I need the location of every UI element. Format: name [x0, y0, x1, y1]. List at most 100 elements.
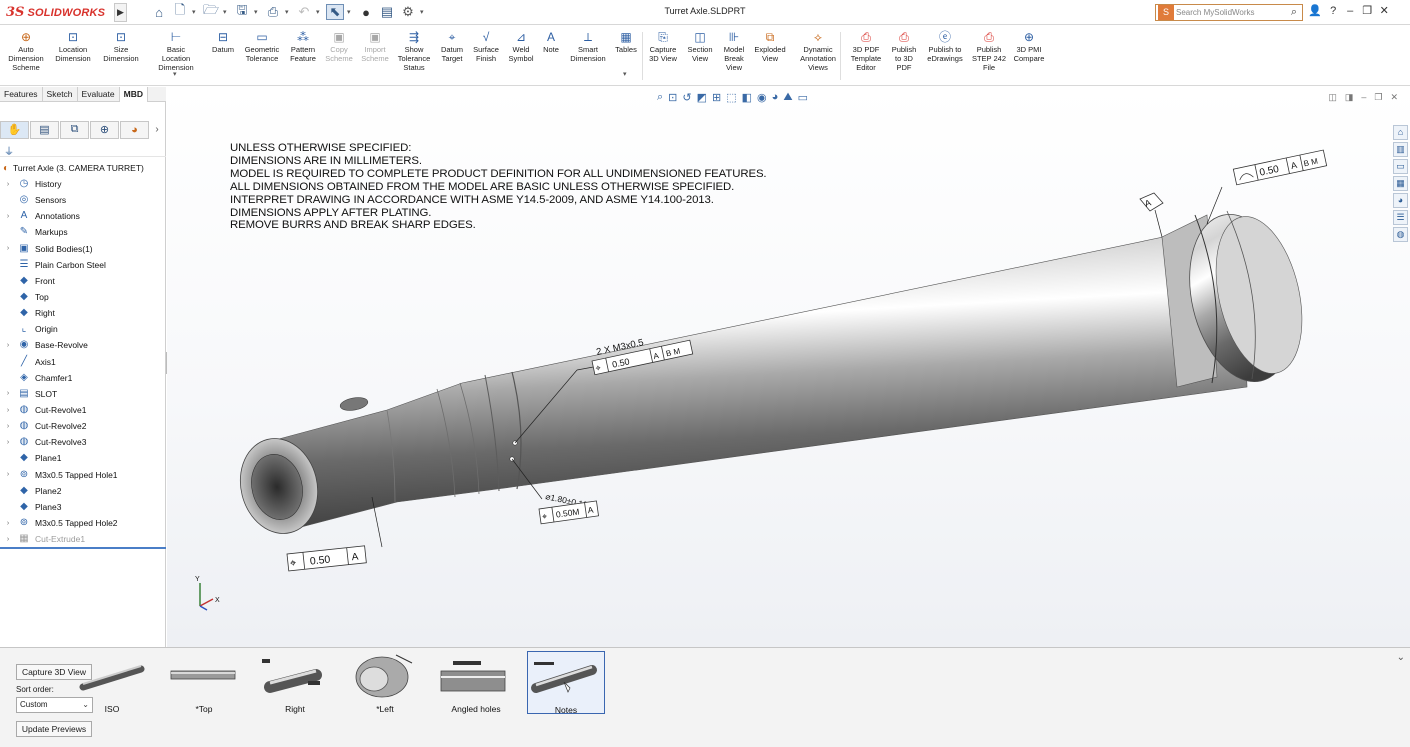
- search-box[interactable]: S Search MySolidWorks ⌕: [1155, 4, 1303, 21]
- tab-sketch[interactable]: Sketch: [43, 87, 78, 102]
- graphics-viewport[interactable]: ⌕ ⊡ ↺ ◩ ⊞ ⬚ ◧ ◉ ◕ ⛰ ▭ ◫ ◨ – ❐ ✕ ⌂ ▥ ▭ ▦ …: [167, 87, 1410, 647]
- user-icon[interactable]: 👤: [1308, 4, 1322, 17]
- tree-item-annotations[interactable]: › A Annotations: [0, 208, 166, 224]
- ribbon-button-size-dimension[interactable]: ⊡ Size Dimension: [97, 30, 145, 84]
- tree-item-m3x0-5-tapped-hole2[interactable]: › ⊚ M3x0.5 Tapped Hole2: [0, 515, 166, 531]
- minimize-button[interactable]: –: [1345, 5, 1356, 17]
- save-icon[interactable]: 🖫: [233, 2, 251, 20]
- restore-button[interactable]: ❐: [1362, 4, 1373, 17]
- chevron-right-icon[interactable]: ›: [150, 124, 164, 135]
- print-dropdown-caret-icon[interactable]: ▾: [285, 4, 292, 20]
- tree-item-cut-revolve1[interactable]: › ◍ Cut-Revolve1: [0, 402, 166, 418]
- tab-features[interactable]: Features: [0, 87, 43, 102]
- view-thumbnail-angled-holes[interactable]: Angled holes: [437, 651, 515, 714]
- solidworks-logo[interactable]: 3S SOLIDWORKS: [6, 3, 114, 22]
- collapse-chevron-icon[interactable]: ⌄: [1397, 652, 1405, 663]
- tree-item-front[interactable]: ◆ Front: [0, 273, 166, 289]
- menu-expand-arrow-icon[interactable]: ▶: [114, 3, 127, 22]
- help-icon[interactable]: ?: [1328, 5, 1339, 17]
- filter-funnel-icon[interactable]: ⏚: [4, 143, 14, 158]
- undo-dropdown-caret-icon[interactable]: ▾: [316, 4, 323, 20]
- tree-item-base-revolve[interactable]: › ◉ Base-Revolve: [0, 337, 166, 353]
- position-tolerance-frame-3[interactable]: ⌖ 0.50 A: [286, 545, 367, 572]
- ribbon-button-auto-dimension[interactable]: ⊕ Auto Dimension Scheme: [2, 30, 50, 84]
- profile-tolerance-frame[interactable]: 0.50 A B M: [1232, 149, 1328, 186]
- view-thumbnail-left[interactable]: *Left: [346, 651, 424, 714]
- view-thumbnail-right[interactable]: Right: [256, 651, 334, 714]
- view-preview-image: [262, 659, 322, 693]
- tree-item-markups[interactable]: ✎ Markups: [0, 224, 166, 240]
- home-icon[interactable]: ⌂: [150, 4, 168, 20]
- expand-arrow-icon[interactable]: ›: [3, 213, 13, 220]
- save-dropdown-caret-icon[interactable]: ▾: [254, 4, 261, 20]
- tree-root-part[interactable]: ◐ Turret Axle (3. CAMERA TURRET): [0, 160, 166, 176]
- select-dropdown-caret-icon[interactable]: ▾: [347, 4, 354, 20]
- expand-arrow-icon[interactable]: ›: [3, 423, 13, 430]
- rebuild-icon[interactable]: ●: [357, 4, 375, 20]
- close-button[interactable]: ✕: [1379, 4, 1390, 17]
- expand-arrow-icon[interactable]: ›: [3, 245, 13, 252]
- expand-arrow-icon[interactable]: ›: [3, 390, 13, 397]
- ribbon-button-publish-edrawings[interactable]: ⓔ Publish to eDrawings: [921, 30, 969, 84]
- displaymanager-tab-icon[interactable]: ◕: [120, 120, 149, 139]
- featuremanager-tab-icon[interactable]: ✋: [0, 120, 29, 139]
- tree-item-cut-revolve3[interactable]: › ◍ Cut-Revolve3: [0, 434, 166, 450]
- file-properties-icon[interactable]: ▤: [378, 4, 396, 20]
- tree-item-top[interactable]: ◆ Top: [0, 289, 166, 305]
- tree-item-slot[interactable]: › ▤ SLOT: [0, 386, 166, 402]
- expand-arrow-icon[interactable]: ›: [3, 439, 13, 446]
- tree-item-origin[interactable]: ⌞ Origin: [0, 321, 166, 337]
- tree-item-plane1[interactable]: ◆ Plane1: [0, 450, 166, 466]
- datum-a-flag[interactable]: A: [1139, 192, 1164, 212]
- tree-item-axis1[interactable]: ╱ Axis1: [0, 354, 166, 370]
- search-input[interactable]: Search MySolidWorks: [1176, 8, 1286, 17]
- expand-arrow-icon[interactable]: ›: [3, 471, 13, 478]
- tab-evaluate[interactable]: Evaluate: [78, 87, 120, 102]
- model-break-view-icon: ⊪: [728, 30, 740, 44]
- options-gear-icon[interactable]: ⚙: [399, 4, 417, 20]
- tree-item-right[interactable]: ◆ Right: [0, 305, 166, 321]
- view-thumbnail-top[interactable]: *Top: [165, 651, 243, 714]
- tab-mbd[interactable]: MBD: [119, 87, 148, 102]
- tree-item-plane3[interactable]: ◆ Plane3: [0, 499, 166, 515]
- tree-item-history[interactable]: › ◷ History: [0, 176, 166, 192]
- expand-arrow-icon[interactable]: ›: [3, 407, 13, 414]
- open-folder-icon[interactable]: 🗁: [202, 2, 220, 20]
- tree-item-sensors[interactable]: ◎ Sensors: [0, 192, 166, 208]
- ribbon-dropdown-caret-icon[interactable]: ▾: [623, 70, 627, 78]
- search-icon[interactable]: ⌕: [1286, 6, 1302, 19]
- tree-item-chamfer1[interactable]: ◈ Chamfer1: [0, 370, 166, 386]
- ribbon-button-location-dimension[interactable]: ⊡ Location Dimension: [49, 30, 97, 84]
- tree-item-plain-carbon-steel[interactable]: ☰ Plain Carbon Steel: [0, 257, 166, 273]
- options-dropdown-caret-icon[interactable]: ▾: [420, 4, 427, 20]
- general-notes[interactable]: UNLESS OTHERWISE SPECIFIED: DIMENSIONS AR…: [230, 142, 767, 232]
- expand-arrow-icon[interactable]: ›: [3, 536, 13, 543]
- section-view-icon: ◫: [694, 30, 706, 44]
- tree-item-solid-bodies-1[interactable]: › ▣ Solid Bodies(1): [0, 241, 166, 257]
- expand-arrow-icon[interactable]: ›: [3, 520, 13, 527]
- tree-filter-bar[interactable]: ⏚: [0, 142, 166, 158]
- view-thumbnail-iso[interactable]: ISO: [73, 651, 151, 714]
- new-document-icon[interactable]: 🗋: [171, 2, 189, 20]
- expand-arrow-icon[interactable]: ›: [3, 181, 13, 188]
- update-previews-button[interactable]: Update Previews: [16, 721, 92, 737]
- dimxpertmanager-tab-icon[interactable]: ⊕: [90, 120, 119, 139]
- view-thumbnail-notes[interactable]: Notes: [527, 651, 605, 715]
- undo-icon[interactable]: ↶: [295, 4, 313, 20]
- svg-text:⌖: ⌖: [289, 557, 296, 570]
- select-pointer-icon[interactable]: ⬉: [326, 4, 344, 20]
- ribbon-button-exploded-view[interactable]: ⧉ Exploded View: [746, 30, 794, 84]
- print-icon[interactable]: ⎙: [264, 4, 282, 20]
- ribbon-button-dynamic-annotation-views[interactable]: ⟡ Dynamic Annotation Views: [794, 30, 842, 84]
- open-dropdown-caret-icon[interactable]: ▾: [223, 4, 230, 20]
- ribbon-dropdown-caret-icon[interactable]: ▾: [173, 70, 177, 78]
- propertymanager-tab-icon[interactable]: ▤: [30, 120, 59, 139]
- new-dropdown-caret-icon[interactable]: ▾: [192, 4, 199, 20]
- tree-item-plane2[interactable]: ◆ Plane2: [0, 483, 166, 499]
- tree-item-m3x0-5-tapped-hole1[interactable]: › ⊚ M3x0.5 Tapped Hole1: [0, 467, 166, 483]
- ribbon-button-3d-pmi-compare[interactable]: ⊕ 3D PMI Compare: [1005, 30, 1053, 84]
- tree-item-cut-extrude1[interactable]: › ▦ Cut-Extrude1: [0, 531, 166, 547]
- tree-item-cut-revolve2[interactable]: › ◍ Cut-Revolve2: [0, 418, 166, 434]
- expand-arrow-icon[interactable]: ›: [3, 342, 13, 349]
- configurationmanager-tab-icon[interactable]: ⧉: [60, 120, 89, 139]
